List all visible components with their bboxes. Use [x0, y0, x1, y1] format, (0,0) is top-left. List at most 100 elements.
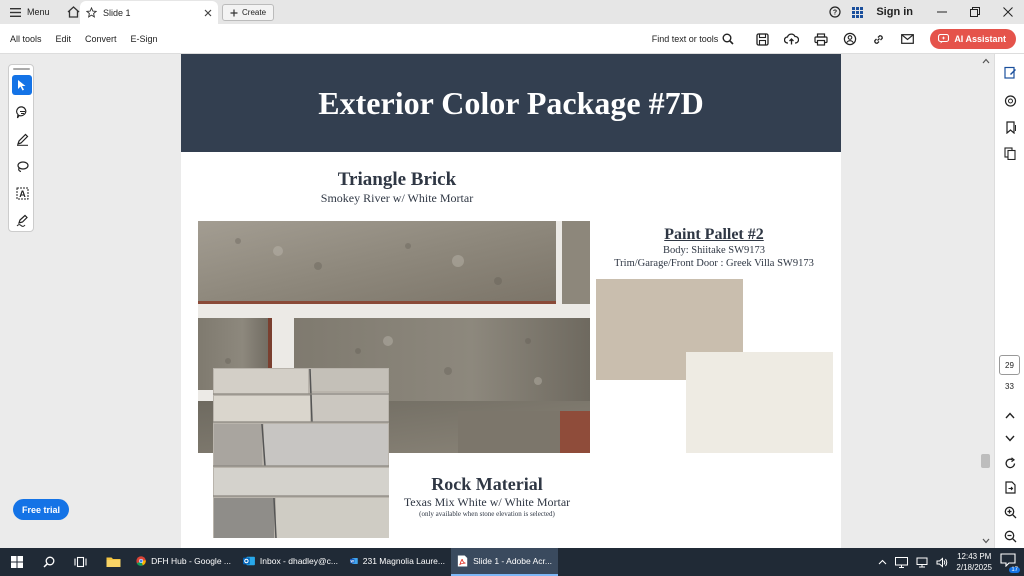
windows-logo-icon — [11, 556, 23, 568]
mail-icon — [901, 34, 915, 44]
comment-icon — [15, 105, 26, 118]
rotate-button[interactable] — [1000, 453, 1020, 473]
create-button[interactable]: Create — [222, 4, 275, 21]
current-page-input[interactable]: 29 — [999, 355, 1020, 375]
task-view-button[interactable] — [64, 548, 96, 576]
cloud-upload-icon — [784, 33, 800, 45]
scrollbar-thumb[interactable] — [981, 454, 990, 468]
chevron-up-icon[interactable] — [878, 559, 887, 565]
signature-pen-icon — [16, 214, 28, 227]
minimize-button[interactable] — [925, 0, 958, 24]
zoom-in-button[interactable] — [1000, 502, 1020, 522]
toolbar-right: Find text or tools AI Assistant — [652, 24, 1016, 54]
page-export-button[interactable] — [1000, 477, 1020, 497]
tab-slide-1[interactable]: Slide 1 — [80, 1, 218, 24]
system-clock[interactable]: 12:43 PM 2/18/2025 — [956, 551, 992, 573]
scroll-up-icon[interactable] — [982, 58, 990, 64]
rock-subtitle: Texas Mix White w/ White Mortar — [403, 495, 571, 509]
text-tool[interactable]: A — [12, 183, 32, 203]
panel-grip[interactable] — [13, 68, 30, 70]
comment-tool[interactable] — [12, 102, 32, 122]
zoom-out-icon — [1004, 530, 1016, 542]
ai-assistant-button[interactable]: AI Assistant — [930, 29, 1016, 49]
volume-icon[interactable] — [936, 556, 948, 568]
star-icon[interactable] — [86, 7, 97, 18]
all-tools-menu[interactable]: All tools — [0, 34, 49, 44]
document-page: Exterior Color Package #7D Triangle Bric… — [181, 54, 841, 548]
sign-tool[interactable] — [12, 210, 32, 230]
print-button[interactable] — [806, 24, 835, 54]
highlight-tool[interactable] — [12, 129, 32, 149]
help-button[interactable]: ? — [824, 0, 846, 24]
trim-color-swatch — [686, 352, 833, 453]
taskbar-app-chrome[interactable]: DFH Hub - Google ... — [130, 548, 237, 576]
create-label: Create — [242, 8, 267, 17]
convert-menu[interactable]: Convert — [78, 34, 124, 44]
brick-subtitle: Smokey River w/ White Mortar — [320, 191, 474, 205]
find-tools-button[interactable]: Find text or tools — [652, 33, 735, 45]
menu-button[interactable]: Menu — [0, 0, 60, 24]
taskbar-search-button[interactable] — [34, 548, 64, 576]
bookmarks-panel-button[interactable] — [1000, 117, 1020, 137]
display-icon[interactable] — [895, 556, 909, 568]
restore-button[interactable] — [958, 0, 991, 24]
close-window-button[interactable] — [991, 0, 1024, 24]
pages-panel-button[interactable] — [1000, 143, 1020, 163]
pen-icon — [16, 133, 28, 146]
search-icon — [43, 556, 55, 568]
taskbar-app-word[interactable]: W 231 Magnolia Laure... — [344, 548, 451, 576]
document-title: Exterior Color Package #7D — [318, 84, 704, 121]
rock-title: Rock Material — [431, 474, 543, 494]
cursor-icon — [18, 80, 26, 91]
edit-menu[interactable]: Edit — [49, 34, 79, 44]
system-tray: 12:43 PM 2/18/2025 17 — [878, 548, 1024, 576]
taskbar-app-acrobat[interactable]: Slide 1 - Adobe Acr... — [451, 548, 558, 576]
next-page-button[interactable] — [1000, 428, 1020, 448]
sign-in-button[interactable]: Sign in — [868, 6, 925, 18]
clock-time: 12:43 PM — [957, 552, 992, 561]
free-trial-button[interactable]: Free trial — [13, 499, 69, 520]
title-bar: Menu Slide 1 Create ? Sign in — [0, 0, 1024, 24]
acrobat-icon — [457, 555, 468, 567]
select-tool[interactable] — [12, 75, 32, 95]
share-button[interactable] — [835, 24, 864, 54]
windows-taskbar: DFH Hub - Google ... Inbox - dhadley@c..… — [0, 548, 1024, 576]
save-button[interactable] — [748, 24, 777, 54]
email-button[interactable] — [893, 24, 922, 54]
tab-title: Slide 1 — [103, 7, 131, 18]
edit-pdf-panel-button[interactable] — [1000, 62, 1020, 82]
document-scrollbar[interactable] — [979, 54, 993, 548]
start-button[interactable] — [0, 548, 34, 576]
close-tab-icon[interactable] — [204, 9, 212, 17]
lasso-icon — [16, 160, 29, 172]
printer-icon — [814, 32, 828, 46]
zoom-out-button[interactable] — [1000, 526, 1020, 546]
notification-center-button[interactable]: 17 — [1000, 553, 1020, 573]
notification-icon — [1000, 553, 1016, 568]
previous-page-button[interactable] — [1000, 405, 1020, 425]
help-icon: ? — [829, 6, 841, 18]
notification-count: 17 — [1009, 567, 1020, 573]
esign-menu[interactable]: E-Sign — [124, 34, 165, 44]
comment-bubble-icon — [1004, 94, 1016, 107]
quick-tools-panel: A — [8, 64, 34, 232]
ai-assistant-label: AI Assistant — [954, 34, 1006, 44]
svg-text:?: ? — [833, 10, 837, 17]
scroll-down-icon[interactable] — [982, 538, 990, 544]
paint-body-color: Body: Shiitake SW9173 — [662, 245, 766, 256]
upload-cloud-button[interactable] — [777, 24, 806, 54]
copy-link-button[interactable] — [864, 24, 893, 54]
apps-button[interactable] — [846, 0, 868, 24]
title-banner: Exterior Color Package #7D — [181, 54, 841, 152]
draw-tool[interactable] — [12, 156, 32, 176]
network-icon[interactable] — [916, 557, 928, 568]
taskbar-app-outlook[interactable]: Inbox - dhadley@c... — [237, 548, 344, 576]
apps-grid-icon — [851, 6, 863, 18]
paint-title: Paint Pallet #2 — [664, 226, 764, 243]
bookmark-icon — [1005, 120, 1016, 134]
ai-assistant-icon — [938, 34, 950, 44]
word-icon: W — [350, 557, 358, 565]
rock-note: (only available when stone elevation is … — [419, 510, 555, 518]
file-explorer-button[interactable] — [96, 548, 130, 576]
comments-panel-button[interactable] — [1000, 91, 1020, 111]
